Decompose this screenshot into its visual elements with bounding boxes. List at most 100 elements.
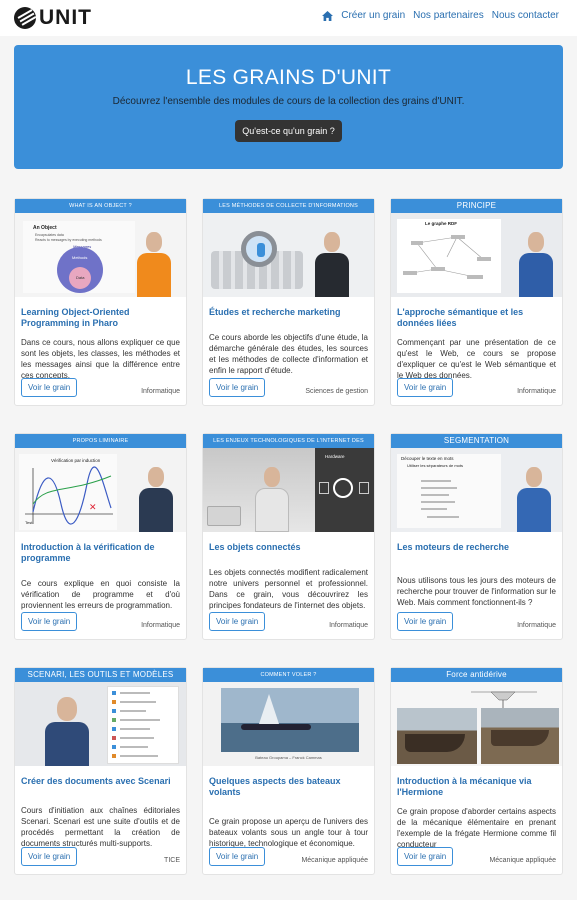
voir-le-grain-button[interactable]: Voir le grain — [397, 378, 454, 397]
course-card[interactable]: Comment voler ? Bateau Groupama – Franck… — [202, 667, 375, 875]
rdf-graph-diagram — [403, 235, 491, 279]
sail-icon — [259, 694, 279, 724]
logo-text: UNIT — [39, 6, 92, 29]
card-description: Ce cours explique en quoi consiste la vé… — [21, 579, 180, 610]
course-card[interactable]: What is an object ? An Object Encapsulat… — [14, 198, 187, 406]
card-title[interactable]: Quelques aspects des bateaux volants — [209, 776, 368, 798]
course-card[interactable]: Principe Le graphe RDF L'approche sémant… — [390, 198, 563, 406]
thumb-text: Utiliser les séparateurs de mots — [407, 463, 464, 468]
rdf-graph-slide: Le graphe RDF — [397, 219, 501, 293]
induction-curve-plot: ✕ — [25, 466, 113, 525]
nav-link-creer-un-grain[interactable]: Créer un grain — [341, 10, 405, 21]
hardware-slide: Hardware — [315, 448, 374, 532]
presenter-image — [519, 232, 553, 297]
thumb-text: An Object — [33, 225, 57, 231]
course-card[interactable]: Force antidérive Introduction à la mécan… — [390, 667, 563, 875]
course-thumbnail: Le graphe RDF — [391, 213, 562, 297]
course-thumbnail — [203, 213, 374, 297]
card-category: Mécanique appliquée — [301, 857, 368, 864]
thumb-text: Methods — [72, 255, 88, 260]
hermione-photo — [397, 708, 477, 764]
card-banner: Scenari, les outils et modèles — [15, 668, 186, 682]
voir-le-grain-button[interactable]: Voir le grain — [209, 378, 266, 397]
card-banner: Force antidérive — [391, 668, 562, 682]
voir-le-grain-button[interactable]: Voir le grain — [397, 612, 454, 631]
card-banner: What is an object ? — [15, 199, 186, 213]
svg-text:✕: ✕ — [89, 503, 97, 513]
presenter-image — [137, 232, 171, 297]
card-title[interactable]: Les moteurs de recherche — [397, 542, 556, 553]
card-category: TICE — [164, 857, 180, 864]
thumb-text: Reacts to messages by executing methods — [35, 238, 102, 242]
voir-le-grain-button[interactable]: Voir le grain — [21, 847, 78, 866]
segmentation-slide: Découper le texte en mots Utiliser les s… — [397, 454, 501, 528]
voir-le-grain-button[interactable]: Voir le grain — [21, 612, 78, 631]
thumb-text: Découper le texte en mots — [401, 456, 454, 461]
course-thumbnail — [15, 682, 186, 766]
card-description: Commençant par une présentation de ce qu… — [397, 338, 556, 380]
card-banner: Segmentation — [391, 434, 562, 448]
course-card[interactable]: Les enjeux technologiques de l'internet … — [202, 433, 375, 640]
unit-logo-mark-icon — [14, 7, 36, 29]
card-title[interactable]: Les objets connectés — [209, 542, 368, 553]
card-banner: Les enjeux technologiques de l'internet … — [203, 434, 374, 458]
magnifier-crowd-illustration — [211, 225, 303, 289]
card-category: Sciences de gestion — [305, 388, 368, 395]
card-category: Informatique — [517, 388, 556, 395]
thumb-text: Bateau Groupama – Franck Cammas — [255, 755, 322, 760]
oop-slide-thumbnail: An Object Encapsulates data Reacts to me… — [23, 221, 135, 293]
laptop-icon — [207, 506, 241, 526]
card-title[interactable]: L'approche sémantique et les données lié… — [397, 307, 556, 329]
unit-logo[interactable]: UNIT — [14, 7, 92, 29]
office-video-frame — [203, 448, 315, 532]
presenter-image — [45, 697, 89, 766]
card-description: Les objets connectés modifient radicalem… — [209, 568, 368, 610]
scenari-tools-slide — [107, 686, 179, 764]
voir-le-grain-button[interactable]: Voir le grain — [397, 847, 454, 866]
card-banner: Principe — [391, 199, 562, 213]
card-description: Cours d'initiation aux chaînes éditorial… — [21, 806, 180, 848]
thumb-text: Test — [25, 520, 33, 525]
card-title[interactable]: Learning Object-Oriented Programming in … — [21, 307, 180, 329]
thumb-text: Vérification par induction — [51, 458, 101, 463]
course-card[interactable]: Propos liminaire Vérification par induct… — [14, 433, 187, 640]
presenter-image — [315, 232, 349, 297]
card-category: Informatique — [141, 388, 180, 395]
course-card[interactable]: Les méthodes de collecte d'informations … — [202, 198, 375, 406]
thumb-text: Data — [76, 275, 85, 280]
card-title[interactable]: Créer des documents avec Scenari — [21, 776, 180, 787]
home-icon[interactable] — [322, 10, 334, 21]
card-category: Mécanique appliquée — [489, 857, 556, 864]
presenter-image — [139, 467, 173, 532]
hermione-dock-photo — [481, 708, 559, 764]
ship-hull-icon — [405, 734, 465, 752]
course-thumbnail: Bateau Groupama – Franck Cammas — [203, 682, 374, 766]
what-is-a-grain-button[interactable]: Qu'est-ce qu'un grain ? — [235, 120, 342, 142]
card-category: Informatique — [329, 622, 368, 629]
induction-plot-slide: Vérification par induction ✕ Test — [19, 454, 117, 530]
voir-le-grain-button[interactable]: Voir le grain — [21, 378, 78, 397]
course-card[interactable]: Scenari, les outils et modèles Créer des… — [14, 667, 187, 875]
card-title[interactable]: Études et recherche marketing — [209, 307, 368, 318]
card-category: Informatique — [141, 622, 180, 629]
voir-le-grain-button[interactable]: Voir le grain — [209, 847, 266, 866]
course-thumbnail: Découper le texte en mots Utiliser les s… — [391, 448, 562, 532]
card-description: Nous utilisons tous les jours des moteur… — [397, 576, 556, 607]
hero-banner: LES GRAINS D'UNIT Découvrez l'ensemble d… — [14, 45, 563, 169]
thumb-text: Hardware — [325, 454, 345, 459]
course-thumbnail: Hardware — [203, 448, 374, 532]
course-card[interactable]: Segmentation Découper le texte en mots U… — [390, 433, 563, 640]
card-title[interactable]: Introduction à la vérification de progra… — [21, 542, 180, 564]
card-title[interactable]: Introduction à la mécanique via l'Hermio… — [397, 776, 556, 798]
voir-le-grain-button[interactable]: Voir le grain — [209, 612, 266, 631]
thumb-text: Encapsulates data — [35, 233, 64, 237]
nav-link-nous-contacter[interactable]: Nous contacter — [492, 10, 559, 21]
top-navbar: UNIT Créer un grain Nos partenaires Nous… — [0, 0, 577, 36]
presenter-image — [255, 467, 289, 532]
presenter-image — [517, 467, 551, 532]
thumb-text: Le graphe RDF — [425, 221, 458, 226]
course-thumbnail: Vérification par induction ✕ Test — [15, 448, 186, 532]
flying-boat-photo — [221, 688, 359, 752]
main-nav: Créer un grain Nos partenaires Nous cont… — [322, 10, 559, 21]
nav-link-nos-partenaires[interactable]: Nos partenaires — [413, 10, 484, 21]
